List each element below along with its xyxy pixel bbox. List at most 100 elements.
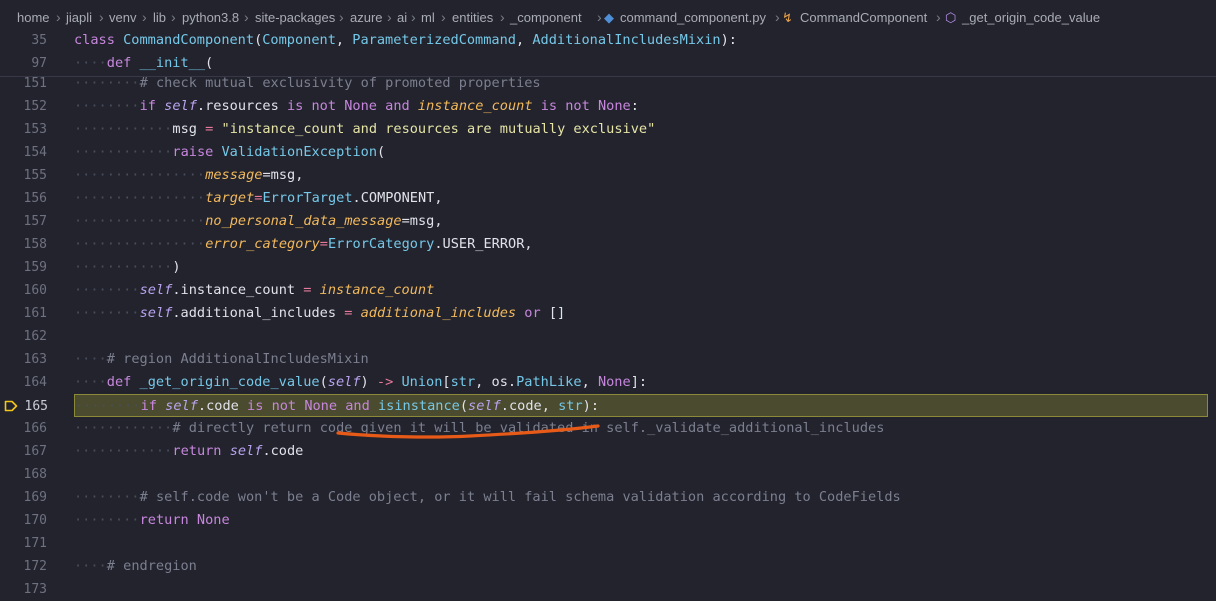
indent-guide: ············: [74, 259, 173, 275]
breadcrumb-item-folder[interactable]: _component: [510, 10, 582, 26]
code-token: None: [304, 398, 338, 414]
breadcrumb-item-folder[interactable]: lib: [153, 10, 166, 26]
breadcrumb-item-folder[interactable]: ml: [421, 10, 435, 26]
line-number: 157: [23, 214, 47, 229]
code-line[interactable]: 169 ········ # self.code won't be a Code o…: [0, 486, 1216, 509]
code-token: Component: [262, 32, 336, 48]
code-token: =: [295, 282, 320, 298]
breadcrumb-item-folder[interactable]: jiapli: [66, 10, 92, 26]
code-token: if: [140, 398, 157, 414]
breadcrumb-item-folder[interactable]: azure: [350, 10, 383, 26]
code-text: def __init__(: [107, 52, 213, 75]
code-token: .resources: [196, 98, 287, 114]
code-line[interactable]: 161 ········ self.additional_includes = ad…: [0, 302, 1216, 325]
breadcrumb-item-folder[interactable]: home: [17, 10, 50, 26]
breadcrumb-item-folder[interactable]: entities: [452, 10, 493, 26]
code-line[interactable]: 154 ············ raise ValidationException…: [0, 141, 1216, 164]
breadcrumb-separator-icon: ›: [411, 9, 416, 25]
breadcrumb-item-class[interactable]: CommandComponent: [800, 10, 927, 26]
code-line[interactable]: 170 ········ return None: [0, 509, 1216, 532]
code-line[interactable]: 167 ············ return self.code: [0, 440, 1216, 463]
code-token: (: [459, 398, 469, 414]
code-line[interactable]: 166 ············ # directly return code gi…: [0, 417, 1216, 440]
code-line[interactable]: 158 ················ error_category=ErrorC…: [0, 233, 1216, 256]
breadcrumb-separator-icon: ›: [339, 9, 344, 25]
code-line[interactable]: 97 ···· def __init__(: [0, 52, 1216, 75]
indent-guide: ····: [74, 558, 107, 574]
code-token: :: [630, 98, 639, 114]
code-token: ErrorTarget: [262, 190, 353, 206]
code-token: .USER_ERROR,: [434, 236, 533, 252]
code-line[interactable]: 152 ········ if self.resources is not None…: [0, 95, 1216, 118]
code-line[interactable]: 160 ········ self.instance_count = instanc…: [0, 279, 1216, 302]
breadcrumb-separator-icon: ›: [244, 9, 249, 25]
code-token: self: [229, 443, 263, 459]
code-text: return None: [140, 509, 230, 532]
indent-guide: ················: [74, 167, 205, 183]
code-token: ]:: [630, 374, 648, 390]
line-number: 161: [23, 306, 47, 321]
code-text: # region AdditionalIncludesMixin: [107, 348, 369, 371]
line-number: 158: [23, 237, 47, 252]
code-line[interactable]: 168: [0, 463, 1216, 486]
code-token: =msg,: [262, 167, 304, 183]
code-line[interactable]: 162: [0, 325, 1216, 348]
code-line[interactable]: 171: [0, 532, 1216, 555]
debug-current-line-icon[interactable]: [4, 399, 18, 413]
code-line[interactable]: 156 ················ target=ErrorTarget.CO…: [0, 187, 1216, 210]
code-line[interactable]: 163 ···· # region AdditionalIncludesMixin: [0, 348, 1216, 371]
code-line[interactable]: 173: [0, 578, 1216, 601]
breadcrumb-item-folder[interactable]: ai: [397, 10, 407, 26]
indent-guide: ········: [74, 282, 140, 298]
code-token: (: [205, 55, 214, 71]
indent-guide: ········: [74, 98, 140, 114]
line-number: 162: [23, 329, 47, 344]
line-number: 172: [23, 559, 47, 574]
code-token: # region AdditionalIncludesMixin: [106, 351, 369, 367]
code-line[interactable]: 172 ···· # endregion: [0, 555, 1216, 578]
line-number: 167: [23, 444, 47, 459]
code-token: , os.: [475, 374, 517, 390]
line-number: 154: [23, 145, 47, 160]
code-line[interactable]: 159 ············): [0, 256, 1216, 279]
code-text: def _get_origin_code_value(self) -> Unio…: [107, 371, 647, 394]
code-token: ): [360, 374, 377, 390]
breadcrumb-item-method[interactable]: _get_origin_code_value: [962, 10, 1100, 26]
code-token: ,: [515, 32, 533, 48]
code-text: ): [172, 256, 180, 279]
code-token: is not: [286, 98, 337, 114]
code-editor[interactable]: home › jiapli › venv › lib › python3.8 › site-pack…: [0, 0, 1216, 597]
code-line[interactable]: 165 ········ if self.code is not None and …: [25, 394, 1208, 417]
code-line[interactable]: 153 ············ msg = "instance_count and…: [0, 118, 1216, 141]
breadcrumb-item-folder[interactable]: python3.8: [182, 10, 239, 26]
code-token: no_personal_data_message: [205, 213, 402, 229]
breadcrumb-separator-icon: ›: [441, 9, 446, 25]
breadcrumb-item-file[interactable]: command_component.py: [620, 10, 766, 26]
code-token: .code: [197, 398, 248, 414]
code-token: str: [558, 398, 583, 414]
code-token: .instance_count: [172, 282, 296, 298]
code-token: ):: [582, 398, 600, 414]
code-token: None: [196, 512, 230, 528]
code-token: ):: [720, 32, 737, 48]
line-number: 168: [23, 467, 47, 482]
breadcrumb-item-folder[interactable]: site-packages: [255, 10, 335, 26]
code-line[interactable]: 35 class CommandComponent(Component, Para…: [0, 29, 1216, 52]
code-line[interactable]: 164 ···· def _get_origin_code_value(self) …: [0, 371, 1216, 394]
code-token: self: [164, 98, 197, 114]
code-text: if self.resources is not None and instan…: [140, 95, 639, 118]
breadcrumb-separator-icon: ›: [142, 9, 147, 25]
code-line[interactable]: 157 ················ no_personal_data_mess…: [0, 210, 1216, 233]
code-token: Union: [401, 374, 443, 390]
line-number: 156: [23, 191, 47, 206]
code-line[interactable]: 155 ················ message=msg,: [0, 164, 1216, 187]
line-number: 153: [23, 122, 47, 137]
breadcrumb-item-folder[interactable]: venv: [109, 10, 136, 26]
code-token: None: [344, 98, 377, 114]
